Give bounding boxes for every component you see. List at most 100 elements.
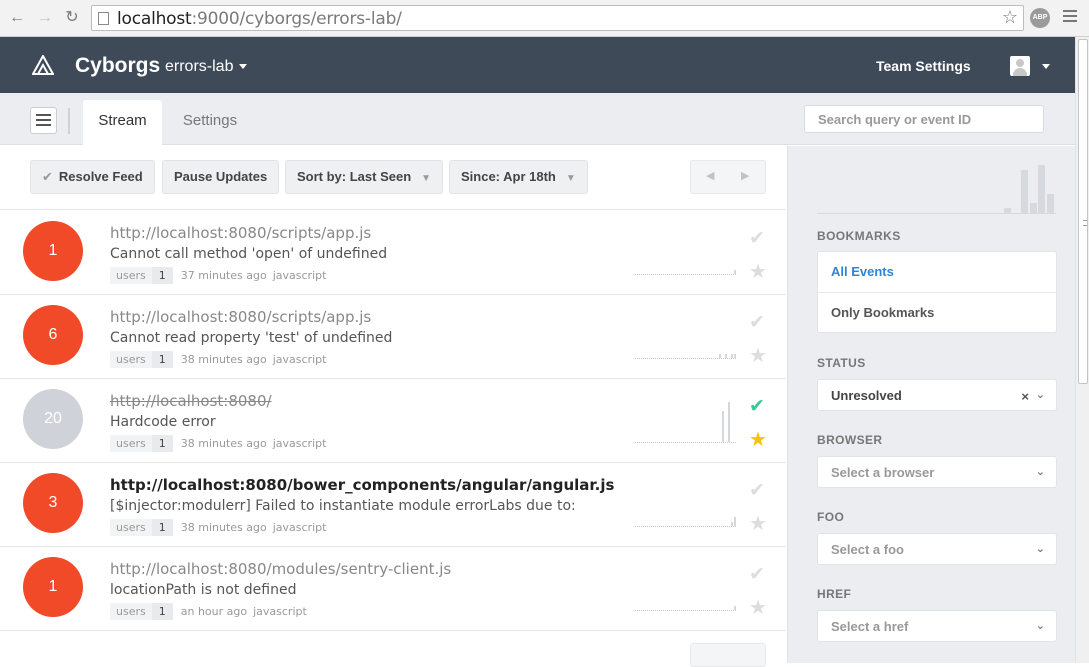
scrollbar-thumb[interactable] (1078, 39, 1088, 384)
event-message: [$injector:modulerr] Failed to instantia… (110, 498, 576, 514)
org-name[interactable]: Cyborgs (75, 54, 160, 78)
filter-all-events[interactable]: All Events (818, 252, 1056, 292)
users-count: 1 (151, 519, 173, 536)
event-row[interactable]: 3 http://localhost:8080/bower_components/… (0, 463, 786, 547)
foo-heading: FOO (817, 510, 845, 524)
divider (68, 108, 70, 134)
pause-updates-button[interactable]: Pause Updates (162, 160, 280, 194)
event-row[interactable]: 20 http://localhost:8080/Hardcode error us… (0, 379, 786, 463)
sparkline-bar (734, 517, 736, 526)
foo-placeholder: Select a foo (831, 542, 904, 557)
bookmarks-list: All Events Only Bookmarks (817, 251, 1057, 333)
event-title-link[interactable]: http://localhost:8080/scripts/app.js (110, 224, 371, 242)
team-settings-link[interactable]: Team Settings (876, 58, 971, 74)
forward-arrow-icon[interactable]: → (36, 9, 54, 27)
sparkline-bar (731, 354, 733, 358)
reload-icon[interactable]: ↻ (63, 9, 81, 27)
tab-settings[interactable]: Settings (170, 100, 250, 145)
users-count: 1 (151, 435, 173, 452)
chevron-down-icon[interactable] (1042, 64, 1050, 69)
event-last-seen: 38 minutes ago (180, 437, 267, 450)
sparkline-bar (734, 606, 736, 610)
address-url[interactable]: localhost:9000/cyborgs/errors-lab/ (117, 9, 402, 29)
bookmark-star-icon[interactable]: ★ (749, 427, 769, 451)
resolve-check-icon[interactable]: ✔ (749, 311, 769, 333)
volume-bar (1046, 194, 1054, 213)
checkmark-icon: ✔ (42, 169, 53, 184)
event-title-link[interactable]: http://localhost:8080/ (110, 392, 272, 410)
sparkline-bar (719, 354, 721, 358)
clear-icon[interactable]: × (1021, 381, 1029, 412)
since-dropdown[interactable]: Since: Apr 18th ▼ (449, 160, 588, 194)
browser-select[interactable]: Select a browser ⌄ (817, 456, 1057, 488)
bottom-pagination[interactable] (690, 643, 766, 667)
filter-only-bookmarks[interactable]: Only Bookmarks (818, 292, 1056, 332)
foo-select[interactable]: Select a foo ⌄ (817, 533, 1057, 565)
browser-menu-icon[interactable] (1063, 10, 1077, 24)
resolve-check-icon[interactable]: ✔ (749, 563, 769, 585)
bookmark-star-icon[interactable]: ☆ (1002, 7, 1018, 28)
event-platform: javascript (272, 437, 327, 450)
adblock-icon[interactable]: ABP (1030, 8, 1050, 28)
resolve-feed-button[interactable]: ✔ Resolve Feed (30, 160, 155, 194)
sidebar-toggle-menu-icon[interactable] (30, 107, 57, 134)
event-title-link[interactable]: http://localhost:8080/modules/sentry-cli… (110, 560, 451, 578)
app-header: Cyborgs errors-lab Team Settings (0, 37, 1075, 93)
search-input[interactable]: Search query or event ID (804, 105, 1044, 133)
since-label: Since: Apr 18th (461, 169, 556, 184)
event-message: locationPath is not defined (110, 582, 297, 598)
sort-dropdown[interactable]: Sort by: Last Seen ▼ (285, 160, 444, 194)
volume-bar (1038, 165, 1045, 213)
chevron-down-icon: ⌄ (1035, 543, 1045, 555)
sparkline-bar (725, 354, 727, 358)
volume-bar (1004, 208, 1011, 213)
browser-placeholder: Select a browser (831, 465, 935, 480)
event-row[interactable]: 1 http://localhost:8080/modules/sentry-cl… (0, 547, 786, 631)
resolve-check-icon[interactable]: ✔ (749, 479, 769, 501)
users-label: users (110, 351, 152, 368)
status-select[interactable]: Unresolved × ⌄ (817, 379, 1057, 411)
users-count: 1 (151, 267, 173, 284)
chevron-down-icon: ⌄ (1035, 389, 1045, 401)
event-row[interactable]: 1 http://localhost:8080/scripts/app.js Can… (0, 211, 786, 295)
avatar[interactable] (1010, 56, 1030, 76)
event-title-link[interactable]: http://localhost:8080/scripts/app.js (110, 308, 371, 326)
resolve-feed-label: Resolve Feed (58, 169, 143, 184)
project-selector[interactable]: errors-lab (165, 58, 248, 76)
tab-stream[interactable]: Stream (83, 100, 162, 145)
href-placeholder: Select a href (831, 619, 909, 634)
bookmark-star-icon[interactable]: ★ (749, 511, 769, 535)
event-row[interactable]: 6 http://localhost:8080/scripts/app.js Can… (0, 295, 786, 379)
event-meta: users 1 37 minutes ago javascript (110, 267, 326, 285)
event-title-link[interactable]: http://localhost:8080/bower_components/a… (110, 476, 614, 494)
href-select[interactable]: Select a href ⌄ (817, 610, 1057, 642)
event-last-seen: an hour ago (180, 605, 248, 618)
address-bar[interactable]: localhost:9000/cyborgs/errors-lab/ ☆ (91, 5, 1024, 31)
event-meta: users 1 38 minutes ago javascript (110, 519, 326, 537)
sentry-logo-icon[interactable] (32, 55, 54, 75)
users-count: 1 (151, 603, 173, 620)
volume-bar (1021, 170, 1028, 213)
event-count-badge: 1 (23, 221, 83, 281)
bookmark-star-icon[interactable]: ★ (749, 595, 769, 619)
sparkline-bar (731, 522, 733, 526)
status-heading: STATUS (817, 356, 866, 370)
event-sparkline (635, 399, 736, 443)
chevron-down-icon: ▼ (421, 173, 432, 184)
page-scrollbar[interactable] (1075, 37, 1089, 663)
event-count-badge: 3 (23, 473, 83, 533)
event-sparkline (635, 567, 736, 611)
browser-heading: BROWSER (817, 433, 883, 447)
back-arrow-icon[interactable]: ← (8, 9, 26, 27)
next-page-icon[interactable]: ▶ (741, 169, 749, 182)
bookmark-star-icon[interactable]: ★ (749, 259, 769, 283)
resolve-check-icon[interactable]: ✔ (749, 395, 769, 417)
event-meta: users 1 38 minutes ago javascript (110, 435, 326, 453)
prev-page-icon[interactable]: ◀ (706, 169, 714, 182)
event-sparkline (635, 315, 736, 359)
event-last-seen: 38 minutes ago (180, 353, 267, 366)
resolve-check-icon[interactable]: ✔ (749, 227, 769, 249)
event-meta: users 1 an hour ago javascript (110, 603, 307, 621)
bookmark-star-icon[interactable]: ★ (749, 343, 769, 367)
event-stream: ✔ Resolve Feed Pause Updates Sort by: Las… (0, 146, 786, 663)
